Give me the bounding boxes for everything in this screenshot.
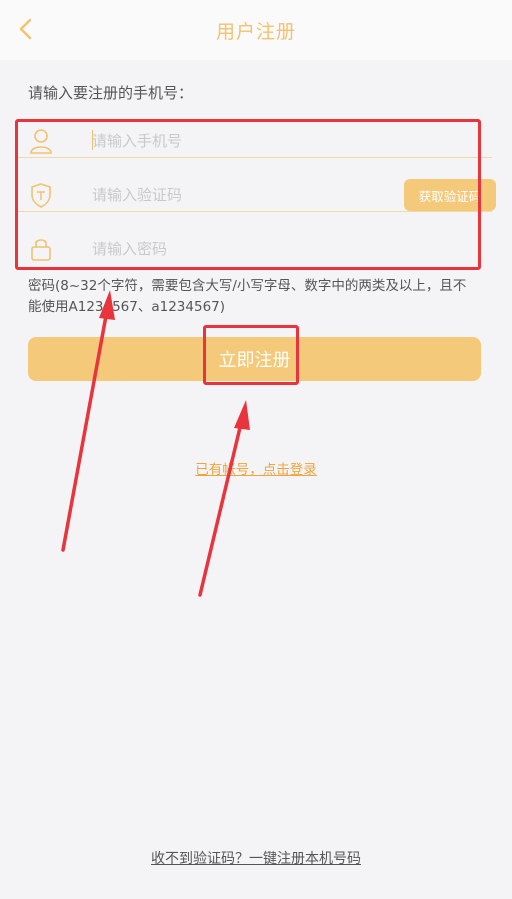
page-title: 用户注册 [215, 20, 296, 43]
text-cursor [92, 130, 93, 150]
register-button-label: 立即注册 [218, 350, 291, 371]
annotation-arrow [198, 400, 250, 597]
one-click-register-link[interactable]: 收不到验证码？一键注册本机号码 [0, 848, 512, 868]
password-row [18, 222, 492, 276]
divider [18, 211, 492, 212]
app-header: 用户注册 [0, 0, 512, 60]
get-code-button[interactable]: 获取验证码 [404, 179, 496, 211]
password-input[interactable] [92, 232, 382, 266]
divider [18, 157, 492, 158]
user-icon [28, 126, 54, 156]
back-button[interactable] [10, 14, 40, 44]
phone-prompt: 请输入要注册的手机号： [28, 84, 194, 102]
password-hint: 密码(8~32个字符，需要包含大写/小写字母、数字中的两类及以上，且不能使用A1… [28, 278, 467, 315]
phone-row [18, 114, 492, 168]
phone-input[interactable] [92, 124, 382, 158]
register-button[interactable]: 立即注册 [28, 337, 481, 381]
lock-icon [28, 234, 54, 264]
chevron-left-icon [19, 18, 32, 40]
code-input[interactable] [92, 178, 382, 212]
login-link[interactable]: 已有帐号，点击登录 [0, 458, 512, 478]
annotation-arrow [61, 290, 115, 552]
shield-icon [28, 180, 54, 210]
